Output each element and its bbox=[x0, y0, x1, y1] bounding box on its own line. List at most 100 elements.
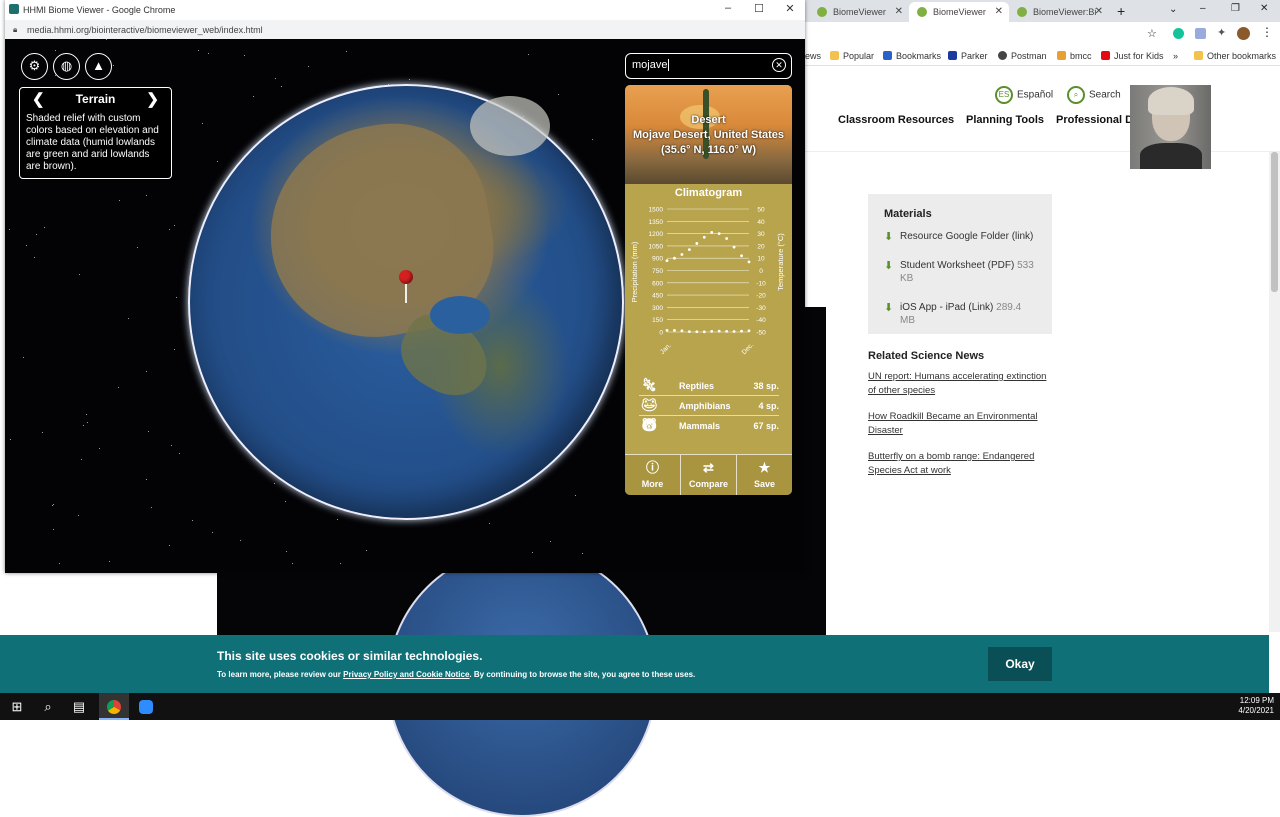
profile-avatar[interactable] bbox=[1237, 27, 1250, 40]
star bbox=[308, 66, 309, 67]
bookmark-just-for-kids[interactable]: Just for Kids bbox=[1101, 51, 1164, 61]
close-icon[interactable]: ✕ bbox=[995, 6, 1003, 17]
new-tab-icon[interactable]: + bbox=[1117, 3, 1125, 19]
address-bar[interactable]: 🔒︎ media.hhmi.org/biointeractive/biomevi… bbox=[5, 20, 805, 39]
bookmark-label: Postman bbox=[1011, 51, 1047, 61]
bookmark-other[interactable]: Other bookmarks bbox=[1194, 51, 1276, 61]
star bbox=[337, 519, 338, 520]
save-label: Save bbox=[753, 479, 776, 489]
settings-gear-icon[interactable]: ⚙ bbox=[21, 53, 48, 80]
search-icon[interactable]: ⌕ bbox=[33, 693, 63, 720]
compass-north-icon[interactable]: ▲ bbox=[85, 53, 112, 80]
star bbox=[137, 247, 138, 248]
site-search-link[interactable]: ⌕ Search bbox=[1067, 86, 1121, 104]
species-row-amphibians[interactable]: 🐸︎ Amphibians 4 sp. bbox=[639, 396, 779, 416]
biome-photo: Desert Mojave Desert, United States (35.… bbox=[625, 85, 792, 184]
tab-biomeviewer-3[interactable]: BiomeViewer:Bi ✕ bbox=[1009, 2, 1109, 22]
scrollbar-thumb[interactable] bbox=[1271, 152, 1278, 292]
windows-start-icon[interactable]: ⊞ bbox=[2, 693, 32, 720]
system-clock[interactable]: 12:09 PM 4/20/2021 bbox=[1238, 696, 1274, 716]
star bbox=[99, 448, 100, 449]
nav-planning-tools[interactable]: Planning Tools bbox=[966, 114, 1044, 126]
bookmark-popular[interactable]: Popular bbox=[830, 51, 874, 61]
extensions-puzzle-icon[interactable]: ✦ bbox=[1217, 26, 1226, 39]
panel-actions: ⓘ More ⇄ Compare ★ Save bbox=[625, 454, 792, 495]
window-title-bar[interactable]: HHMI Biome Viewer - Google Chrome – ☐ ✕ bbox=[5, 0, 805, 20]
y-tick-label: 300 bbox=[652, 305, 663, 312]
star bbox=[118, 387, 119, 388]
species-row-mammals[interactable]: 🐻︎ Mammals 67 sp. bbox=[639, 416, 779, 436]
chevron-left-icon[interactable]: ❮ bbox=[32, 90, 45, 108]
close-button[interactable]: ✕ bbox=[775, 2, 805, 18]
privacy-policy-link[interactable]: Privacy Policy and Cookie Notice bbox=[343, 670, 469, 679]
bookmark-postman[interactable]: Postman bbox=[998, 51, 1047, 61]
minimize-button[interactable]: – bbox=[713, 2, 743, 18]
bookmark-parker[interactable]: Parker bbox=[948, 51, 988, 61]
star bbox=[81, 459, 82, 460]
minimize-icon[interactable]: – bbox=[1200, 3, 1206, 14]
bookmark-bmcc[interactable]: bmcc bbox=[1057, 51, 1092, 61]
biome-caption: Desert Mojave Desert, United States (35.… bbox=[625, 113, 792, 158]
news-link[interactable]: UN report: Humans accelerating extinctio… bbox=[868, 370, 1048, 398]
compare-button[interactable]: ⇄ Compare bbox=[680, 455, 737, 495]
search-input[interactable]: mojave ✕ bbox=[625, 53, 792, 79]
zoom-icon[interactable] bbox=[131, 693, 161, 720]
star bbox=[202, 123, 203, 124]
restore-icon[interactable]: ❐ bbox=[1231, 3, 1240, 14]
biome-viewer[interactable]: ⚙ ◍ ▲ ❮ Terrain ❯ Shaded relief with cus… bbox=[5, 39, 805, 573]
close-window-icon[interactable]: ✕ bbox=[1260, 3, 1268, 14]
star bbox=[528, 54, 529, 55]
star bbox=[36, 234, 37, 235]
star bbox=[174, 349, 175, 350]
news-link[interactable]: Butterfly on a bomb range: Endangered Sp… bbox=[868, 450, 1048, 478]
task-view-icon[interactable]: ▤ bbox=[64, 693, 94, 720]
close-icon[interactable]: ✕ bbox=[895, 6, 903, 17]
close-icon[interactable]: ✕ bbox=[1095, 6, 1103, 17]
extension-icon[interactable] bbox=[1173, 28, 1184, 39]
temperature-point bbox=[695, 242, 699, 245]
chrome-icon[interactable] bbox=[99, 693, 129, 720]
language-link[interactable]: ES Español bbox=[995, 86, 1053, 104]
globe-icon[interactable]: ◍ bbox=[53, 53, 80, 80]
star bbox=[192, 520, 193, 521]
temperature-point bbox=[717, 232, 721, 235]
biome-type: Desert bbox=[691, 114, 726, 126]
more-button[interactable]: ⓘ More bbox=[625, 455, 680, 495]
y2-tick-label: -20 bbox=[756, 293, 766, 300]
news-link[interactable]: How Roadkill Became an Environmental Dis… bbox=[868, 410, 1048, 438]
maximize-button[interactable]: ☐ bbox=[744, 2, 774, 18]
okay-button[interactable]: Okay bbox=[988, 647, 1052, 681]
bookmark-star-icon[interactable]: ☆ bbox=[1147, 27, 1157, 40]
lizard-icon: 🦎︎ bbox=[641, 377, 658, 392]
more-bookmarks-icon[interactable]: » bbox=[1173, 51, 1178, 61]
chevron-right-icon[interactable]: ❯ bbox=[146, 90, 159, 108]
page-scrollbar[interactable] bbox=[1269, 152, 1280, 632]
tab-search-icon[interactable]: ⌄ bbox=[1169, 4, 1177, 15]
bookmark-label: Bookmarks bbox=[896, 51, 942, 61]
tab-biomeviewer-1[interactable]: BiomeViewer ✕ bbox=[809, 2, 909, 22]
nav-professional-development[interactable]: Professional D bbox=[1056, 114, 1133, 126]
bookmark-bookmarks[interactable]: Bookmarks bbox=[883, 51, 941, 61]
save-button[interactable]: ★ Save bbox=[737, 455, 792, 495]
material-item[interactable]: ⬇ Resource Google Folder (link) bbox=[884, 230, 1036, 243]
extension-icon[interactable] bbox=[1195, 28, 1206, 39]
location-pin-icon[interactable] bbox=[399, 270, 413, 284]
species-count: 67 sp. bbox=[753, 421, 779, 431]
kebab-menu-icon[interactable]: ⋮ bbox=[1261, 25, 1273, 39]
precipitation-point bbox=[725, 329, 729, 333]
temperature-point bbox=[673, 256, 676, 260]
tab-label: BiomeViewer bbox=[933, 7, 986, 17]
tab-biomeviewer-2[interactable]: BiomeViewer ✕ bbox=[909, 2, 1009, 22]
background-tab-strip: BiomeViewer ✕ BiomeViewer ✕ BiomeViewer:Bi… bbox=[805, 0, 1280, 22]
y-tick-label: 0 bbox=[659, 330, 663, 337]
material-item[interactable]: ⬇ iOS App - iPad (Link) 289.4 MB bbox=[884, 301, 1036, 327]
clear-search-icon[interactable]: ✕ bbox=[772, 58, 786, 72]
star bbox=[558, 94, 559, 95]
precipitation-point bbox=[717, 329, 721, 333]
biome-viewer-window: HHMI Biome Viewer - Google Chrome – ☐ ✕ … bbox=[5, 0, 805, 573]
precipitation-point bbox=[747, 329, 751, 333]
material-item[interactable]: ⬇ Student Worksheet (PDF) 533 KB bbox=[884, 259, 1036, 285]
species-row-reptiles[interactable]: 🦎︎ Reptiles 38 sp. bbox=[639, 376, 779, 396]
folder-icon bbox=[1194, 51, 1203, 60]
nav-classroom-resources[interactable]: Classroom Resources bbox=[838, 114, 954, 126]
